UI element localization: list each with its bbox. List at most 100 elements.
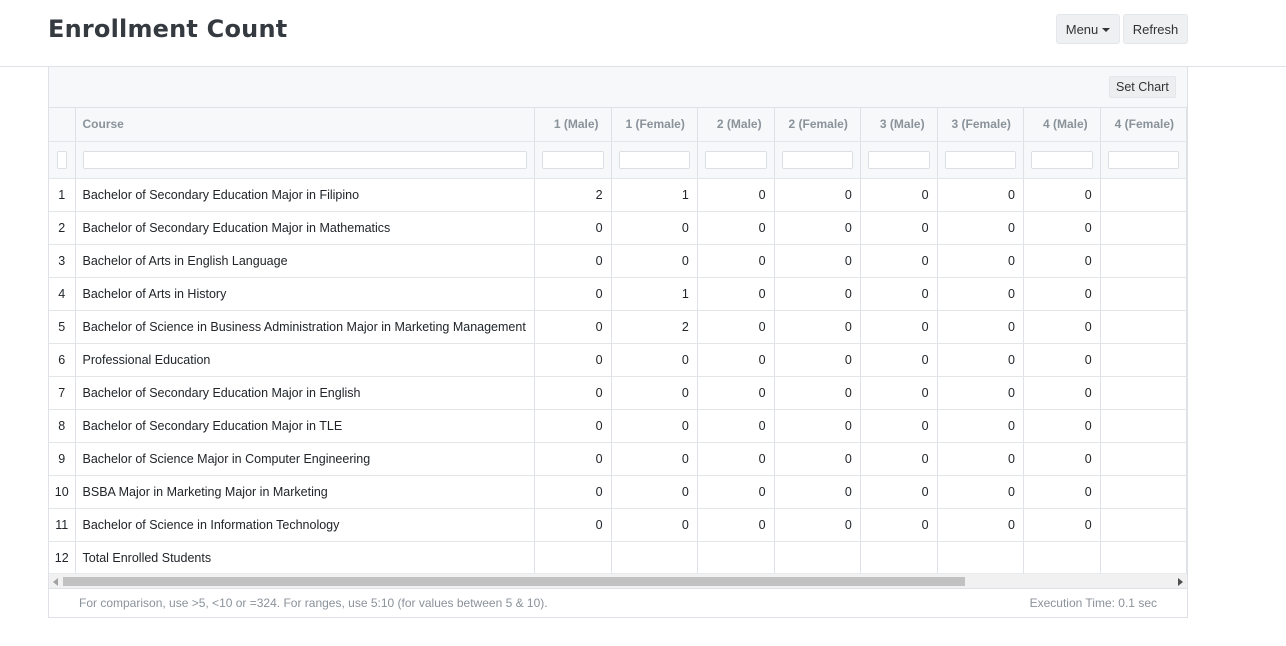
filter-cell (49, 141, 76, 179)
table-row[interactable]: 5 Bachelor of Science in Business Adminis… (49, 310, 1187, 344)
count-cell (1100, 277, 1187, 311)
row-index: 4 (49, 277, 76, 311)
filter-input[interactable] (867, 150, 930, 169)
filter-input[interactable] (944, 150, 1016, 169)
column-header[interactable]: 4 (Female) (1100, 108, 1187, 142)
count-cell: 0 (860, 310, 938, 344)
count-cell: 0 (860, 178, 938, 212)
count-cell: 0 (937, 211, 1024, 245)
count-cell: 0 (697, 277, 775, 311)
filter-cell (697, 141, 775, 179)
table-row[interactable]: 11 Bachelor of Science in Information Tec… (49, 508, 1187, 542)
column-header[interactable]: 1 (Male) (534, 108, 612, 142)
column-header[interactable]: 4 (Male) (1023, 108, 1101, 142)
filter-input[interactable] (1107, 150, 1179, 169)
count-cell: 0 (774, 475, 861, 509)
table-row[interactable]: 8 Bachelor of Secondary Education Major i… (49, 409, 1187, 443)
count-cell (1100, 244, 1187, 278)
count-cell: 0 (774, 376, 861, 410)
column-header-course[interactable]: Course (75, 108, 535, 142)
filter-input-course[interactable] (82, 150, 527, 169)
column-header[interactable]: 1 (Female) (611, 108, 698, 142)
count-cell: 0 (534, 310, 612, 344)
filter-cell (860, 141, 938, 179)
table-row[interactable]: 3 Bachelor of Arts in English Language 0 0 0… (49, 244, 1187, 278)
count-cell (937, 541, 1024, 573)
count-cell: 0 (534, 244, 612, 278)
row-index: 7 (49, 376, 76, 410)
menu-button[interactable]: Menu (1056, 14, 1120, 44)
count-cell (534, 541, 612, 573)
count-cell: 0 (860, 376, 938, 410)
course-cell: Bachelor of Science in Information Techn… (75, 508, 535, 542)
table-row[interactable]: 2 Bachelor of Secondary Education Major i… (49, 211, 1187, 245)
count-cell: 0 (611, 475, 698, 509)
table-row[interactable]: 7 Bachelor of Secondary Education Major i… (49, 376, 1187, 410)
filter-input[interactable] (541, 150, 604, 169)
row-index: 8 (49, 409, 76, 443)
count-cell: 0 (534, 508, 612, 542)
count-cell: 0 (697, 211, 775, 245)
course-cell: Bachelor of Science Major in Computer En… (75, 442, 535, 476)
page-title: Enrollment Count (48, 15, 288, 43)
column-header[interactable]: 3 (Male) (860, 108, 938, 142)
count-cell: 0 (534, 277, 612, 311)
count-cell: 0 (860, 343, 938, 377)
count-cell (1100, 343, 1187, 377)
count-cell: 0 (611, 376, 698, 410)
filter-input[interactable] (618, 150, 690, 169)
count-cell: 0 (697, 442, 775, 476)
column-header[interactable]: 3 (Female) (937, 108, 1024, 142)
table-row[interactable]: 6 Professional Education 0 0 0 0 0 0 0 (49, 343, 1187, 377)
table-row[interactable]: 1 Bachelor of Secondary Education Major i… (49, 178, 1187, 212)
count-cell (774, 541, 861, 573)
filter-input[interactable] (781, 150, 853, 169)
horizontal-scrollbar[interactable] (49, 573, 1187, 589)
count-cell: 0 (697, 343, 775, 377)
count-cell: 0 (774, 211, 861, 245)
count-cell (1100, 409, 1187, 443)
count-cell: 0 (697, 178, 775, 212)
count-cell: 0 (937, 409, 1024, 443)
column-header[interactable]: 2 (Male) (697, 108, 775, 142)
course-cell: Bachelor of Secondary Education Major in… (75, 409, 535, 443)
count-cell: 0 (860, 442, 938, 476)
course-cell: Bachelor of Secondary Education Major in… (75, 211, 535, 245)
filter-input[interactable] (704, 150, 767, 169)
count-cell (1100, 211, 1187, 245)
row-index: 3 (49, 244, 76, 278)
count-cell: 0 (937, 376, 1024, 410)
refresh-button[interactable]: Refresh (1123, 14, 1188, 44)
table-row[interactable]: 10 BSBA Major in Marketing Major in Marke… (49, 475, 1187, 509)
row-index: 5 (49, 310, 76, 344)
filter-input[interactable] (1030, 150, 1093, 169)
count-cell: 0 (611, 508, 698, 542)
scroll-left-arrow-icon[interactable] (53, 578, 58, 586)
count-cell: 1 (611, 277, 698, 311)
count-cell: 0 (611, 409, 698, 443)
course-cell: Total Enrolled Students (75, 541, 535, 573)
count-cell (697, 541, 775, 573)
count-cell: 0 (611, 211, 698, 245)
filter-cell (1100, 141, 1187, 179)
set-chart-button[interactable]: Set Chart (1109, 76, 1176, 98)
filter-hint: For comparison, use >5, <10 or =324. For… (79, 596, 548, 610)
count-cell: 0 (860, 508, 938, 542)
table-row[interactable]: 9 Bachelor of Science Major in Computer E… (49, 442, 1187, 476)
count-cell: 0 (1023, 211, 1101, 245)
count-cell: 0 (860, 409, 938, 443)
row-index: 9 (49, 442, 76, 476)
filter-cell (611, 141, 698, 179)
filter-input-index[interactable] (57, 150, 67, 169)
filter-cell (75, 141, 535, 179)
column-header[interactable]: 2 (Female) (774, 108, 861, 142)
count-cell (1023, 541, 1101, 573)
row-index: 12 (49, 541, 76, 573)
scrollbar-thumb[interactable] (63, 577, 965, 586)
count-cell: 0 (611, 442, 698, 476)
row-index: 2 (49, 211, 76, 245)
scroll-right-arrow-icon[interactable] (1178, 578, 1183, 586)
table-row[interactable]: 12 Total Enrolled Students (49, 541, 1187, 573)
table-row[interactable]: 4 Bachelor of Arts in History 0 1 0 0 0 0 0 (49, 277, 1187, 311)
panel-toolbar: Set Chart (49, 67, 1187, 108)
